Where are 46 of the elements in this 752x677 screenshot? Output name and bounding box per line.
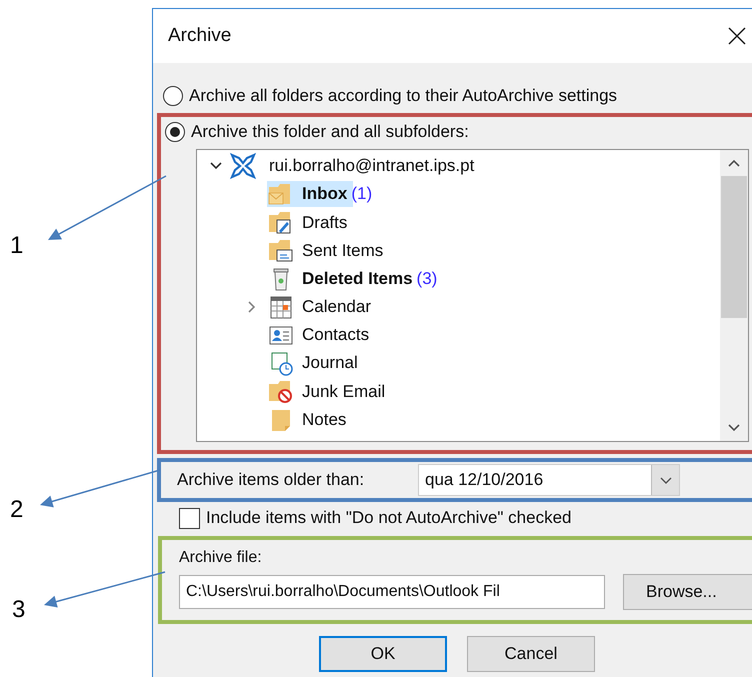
dialog-button[interactable]: Cancel: [467, 636, 595, 672]
folder-name: Journal: [302, 352, 358, 374]
folder-name: Sent Items: [302, 240, 384, 262]
date-value: qua 12/10/2016: [424, 469, 544, 492]
checkbox[interactable]: [179, 508, 200, 528]
tree-item[interactable]: Inbox: [267, 181, 354, 208]
radio-label[interactable]: Archive this folder and all subfolders:: [191, 119, 469, 145]
annotation-number: 2: [10, 495, 24, 525]
field-label: Archive file:: [179, 548, 263, 568]
folder-name: Drafts: [302, 212, 348, 234]
radio-button[interactable]: [163, 86, 183, 106]
tree-item[interactable]: Journal: [267, 350, 364, 376]
tree-item[interactable]: Drafts: [267, 209, 354, 236]
tree-item[interactable]: rui.borralho@intranet.ips.pt: [269, 153, 474, 179]
radio-label[interactable]: Archive all folders according to their AutoArchive settings: [189, 83, 618, 109]
dialog-button[interactable]: OK: [319, 636, 447, 672]
tree-item[interactable]: Sent Items: [267, 237, 390, 264]
tree-item[interactable]: Calendar: [267, 294, 377, 320]
folder-name: Junk Email: [302, 380, 386, 403]
date-dropdown[interactable]: qua 12/10/2016: [418, 464, 680, 496]
calendar-icon: [268, 294, 294, 320]
tree-item[interactable]: Deleted Items: [267, 266, 419, 292]
scroll-thumb[interactable]: [721, 176, 747, 318]
file-path-field[interactable]: C:\Users\rui.borralho\Documents\Outlook Fil: [179, 575, 605, 609]
folder-name: Notes: [302, 408, 346, 431]
blocked-folder-icon: [268, 378, 294, 404]
folder-name: Contacts: [302, 324, 370, 346]
sent-folder-icon: [268, 237, 294, 264]
tree-item[interactable]: Junk Email: [267, 378, 392, 404]
annotation-number: 1: [10, 231, 24, 261]
checkbox-label[interactable]: Include items with "Do not AutoArchive" checked: [206, 505, 572, 531]
scrollbar[interactable]: [720, 150, 748, 441]
tree-item[interactable]: Contacts: [267, 322, 376, 348]
folder-name: Inbox: [302, 183, 348, 206]
browse-button[interactable]: Browse...: [623, 574, 752, 610]
annotation-number: 3: [12, 595, 26, 625]
radio-button[interactable]: [165, 122, 185, 142]
unread-count: (1): [351, 183, 372, 206]
tree-item[interactable]: Notes: [267, 406, 352, 433]
unread-count: (3): [416, 268, 438, 290]
close-icon[interactable]: [727, 26, 747, 46]
folder-name: Calendar: [302, 296, 371, 318]
window-title: Archive: [168, 24, 232, 48]
crossed-arrows-icon: [229, 152, 257, 180]
folder-name: Deleted Items: [302, 268, 413, 290]
field-label: Archive items older than:: [176, 469, 366, 492]
